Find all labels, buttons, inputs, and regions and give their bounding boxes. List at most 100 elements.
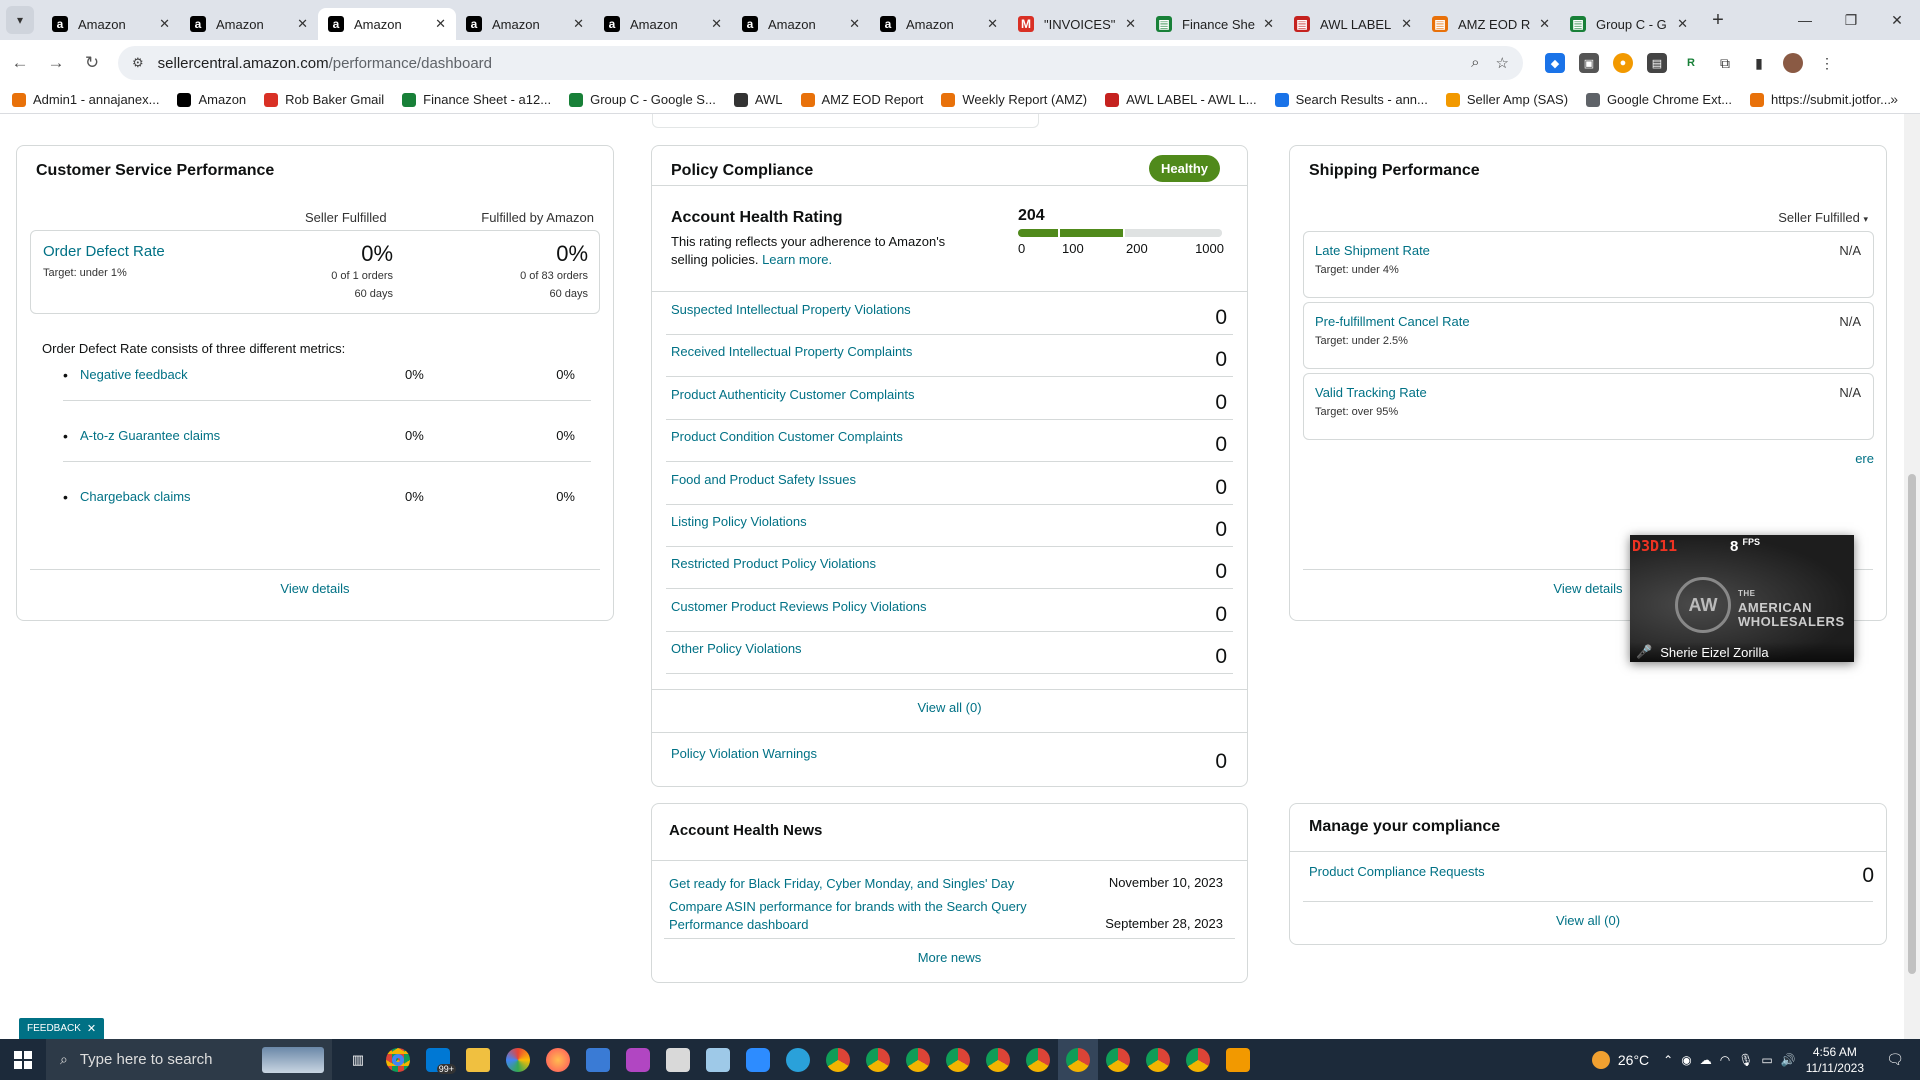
browser-tab[interactable]: ▤ Finance She ✕ [1146,8,1284,40]
close-tab-icon[interactable]: ✕ [573,16,584,32]
microphone-icon[interactable]: 🎙 [1738,1053,1753,1067]
browser-tab[interactable]: a Amazon ✕ [180,8,318,40]
network-icon[interactable]: ◠ [1720,1053,1730,1067]
close-icon[interactable]: ✕ [87,1022,96,1035]
shipping-metric-link[interactable]: Valid Tracking Rate [1315,385,1427,400]
cloud-icon[interactable]: ☁ [1700,1053,1712,1067]
app-icon[interactable] [618,1039,658,1080]
scrollbar-thumb[interactable] [1908,474,1916,974]
taskbar-search[interactable]: ⌕ Type here to search [46,1039,332,1080]
metric-link[interactable]: A-to-z Guarantee claims [80,428,220,443]
weather-widget[interactable]: 26°C [1591,1050,1649,1069]
chrome-icon[interactable] [978,1039,1018,1080]
chrome-icon[interactable] [898,1039,938,1080]
chrome-icon[interactable] [1138,1039,1178,1080]
shipping-metric-link[interactable]: Late Shipment Rate [1315,243,1430,258]
browser-tab[interactable]: a Amazon ✕ [594,8,732,40]
telegram-icon[interactable] [778,1039,818,1080]
browser-tab[interactable]: ▤ AMZ EOD R ✕ [1422,8,1560,40]
reload-button[interactable]: ↻ [76,47,108,79]
order-defect-rate-link[interactable]: Order Defect Rate [43,243,165,260]
minimize-button[interactable]: — [1782,0,1828,40]
violation-link[interactable]: Product Authenticity Customer Complaints [671,387,915,402]
calculator-icon[interactable] [578,1039,618,1080]
compliance-requests-link[interactable]: Product Compliance Requests [1309,864,1485,879]
close-window-button[interactable]: ✕ [1874,0,1920,40]
app-r-icon[interactable] [1218,1039,1258,1080]
bookmark-item[interactable]: AMZ EOD Report [800,92,923,107]
violation-link[interactable]: Received Intellectual Property Complaint… [671,344,912,359]
close-tab-icon[interactable]: ✕ [1125,16,1136,32]
back-button[interactable]: ← [4,47,36,79]
chrome-icon[interactable] [1018,1039,1058,1080]
page-scrollbar[interactable] [1904,114,1920,1039]
bookmark-item[interactable]: Seller Amp (SAS) [1445,92,1568,107]
extension-r-icon[interactable]: R [1681,53,1701,73]
bookmark-item[interactable]: Google Chrome Ext... [1586,92,1732,107]
close-tab-icon[interactable]: ✕ [711,16,722,32]
browser-tab[interactable]: a Amazon ✕ [870,8,1008,40]
notes-icon[interactable] [698,1039,738,1080]
side-panel-icon[interactable]: ▮ [1749,53,1769,73]
chevron-up-icon[interactable]: ⌃ [1663,1053,1673,1067]
close-tab-icon[interactable]: ✕ [159,16,170,32]
browser-tab[interactable]: M "INVOICES" ✕ [1008,8,1146,40]
new-tab-button[interactable]: + [1704,6,1732,34]
chrome-icon[interactable] [818,1039,858,1080]
address-bar[interactable]: ⚙ sellercentral.amazon.com/performance/d… [118,46,1523,80]
forward-button[interactable]: → [40,47,72,79]
violation-link[interactable]: Food and Product Safety Issues [671,472,856,487]
speaker-icon[interactable]: 🔊 [1781,1053,1796,1067]
chevron-right-icon[interactable]: » [1890,91,1898,107]
bookmark-item[interactable]: AWL LABEL - AWL L... [1105,92,1257,107]
close-tab-icon[interactable]: ✕ [1677,16,1688,32]
zoom-search-icon[interactable]: ⌕ [1471,54,1479,72]
close-tab-icon[interactable]: ✕ [987,16,998,32]
extension-icon[interactable]: ◆ [1545,53,1565,73]
browser-tab[interactable]: ▤ AWL LABEL ✕ [1284,8,1422,40]
violation-link[interactable]: Suspected Intellectual Property Violatio… [671,302,911,317]
notification-icon[interactable]: 🗨 [1878,1051,1912,1068]
violation-link[interactable]: Listing Policy Violations [671,514,807,529]
video-call-overlay[interactable]: D3D11 8 FPS AW THE AMERICAN WHOLESALERS … [1630,535,1854,662]
browser-tab[interactable]: ▤ Group C - G ✕ [1560,8,1698,40]
bookmark-item[interactable]: Amazon [177,92,246,107]
browser-tab[interactable]: a Amazon ✕ [456,8,594,40]
policy-warnings-link[interactable]: Policy Violation Warnings [671,746,817,761]
bookmark-item[interactable]: https://submit.jotfor... [1750,92,1891,107]
close-tab-icon[interactable]: ✕ [1539,16,1550,32]
browser-tab[interactable]: a Amazon ✕ [732,8,870,40]
bookmark-item[interactable]: AWL [733,92,783,107]
shipping-metric-link[interactable]: Pre-fulfillment Cancel Rate [1315,314,1470,329]
site-info-icon[interactable]: ⚙ [132,55,144,71]
feedback-button[interactable]: FEEDBACK ✕ [19,1018,105,1039]
close-tab-icon[interactable]: ✕ [297,16,308,32]
bookmark-item[interactable]: Group C - Google S... [569,92,716,107]
battery-icon[interactable]: ▭ [1761,1053,1772,1067]
bookmark-star-icon[interactable]: ☆ [1496,54,1509,72]
violation-link[interactable]: Restricted Product Policy Violations [671,556,876,571]
puzzle-icon[interactable]: ⧉ [1715,53,1735,73]
extension-icon[interactable]: ▤ [1647,53,1667,73]
mail-icon[interactable]: 99+ [418,1039,458,1080]
bookmark-item[interactable]: Admin1 - annajanex... [12,92,159,107]
task-view-icon[interactable]: ▥ [338,1039,378,1080]
violation-link[interactable]: Product Condition Customer Complaints [671,429,903,444]
compliance-view-all-link[interactable]: View all (0) [1556,913,1620,928]
learn-more-link[interactable]: Learn more. [762,252,832,267]
chrome-icon[interactable] [1178,1039,1218,1080]
zoom-icon[interactable] [738,1039,778,1080]
browser-tab[interactable]: a Amazon ✕ [42,8,180,40]
bookmark-item[interactable]: Rob Baker Gmail [264,92,384,107]
close-tab-icon[interactable]: ✕ [435,16,446,32]
edge-icon[interactable]: ◉ [1681,1053,1691,1067]
metric-link[interactable]: Negative feedback [80,367,188,382]
chrome-icon[interactable] [1098,1039,1138,1080]
bookmark-item[interactable]: Finance Sheet - a12... [402,92,551,107]
here-link[interactable]: ere [1855,451,1874,466]
chrome-icon[interactable] [378,1039,418,1080]
extension-off-icon[interactable]: ▣ [1579,53,1599,73]
firefox-icon[interactable] [538,1039,578,1080]
view-all-violations-link[interactable]: View all (0) [917,700,981,715]
violation-link[interactable]: Customer Product Reviews Policy Violatio… [671,599,927,614]
